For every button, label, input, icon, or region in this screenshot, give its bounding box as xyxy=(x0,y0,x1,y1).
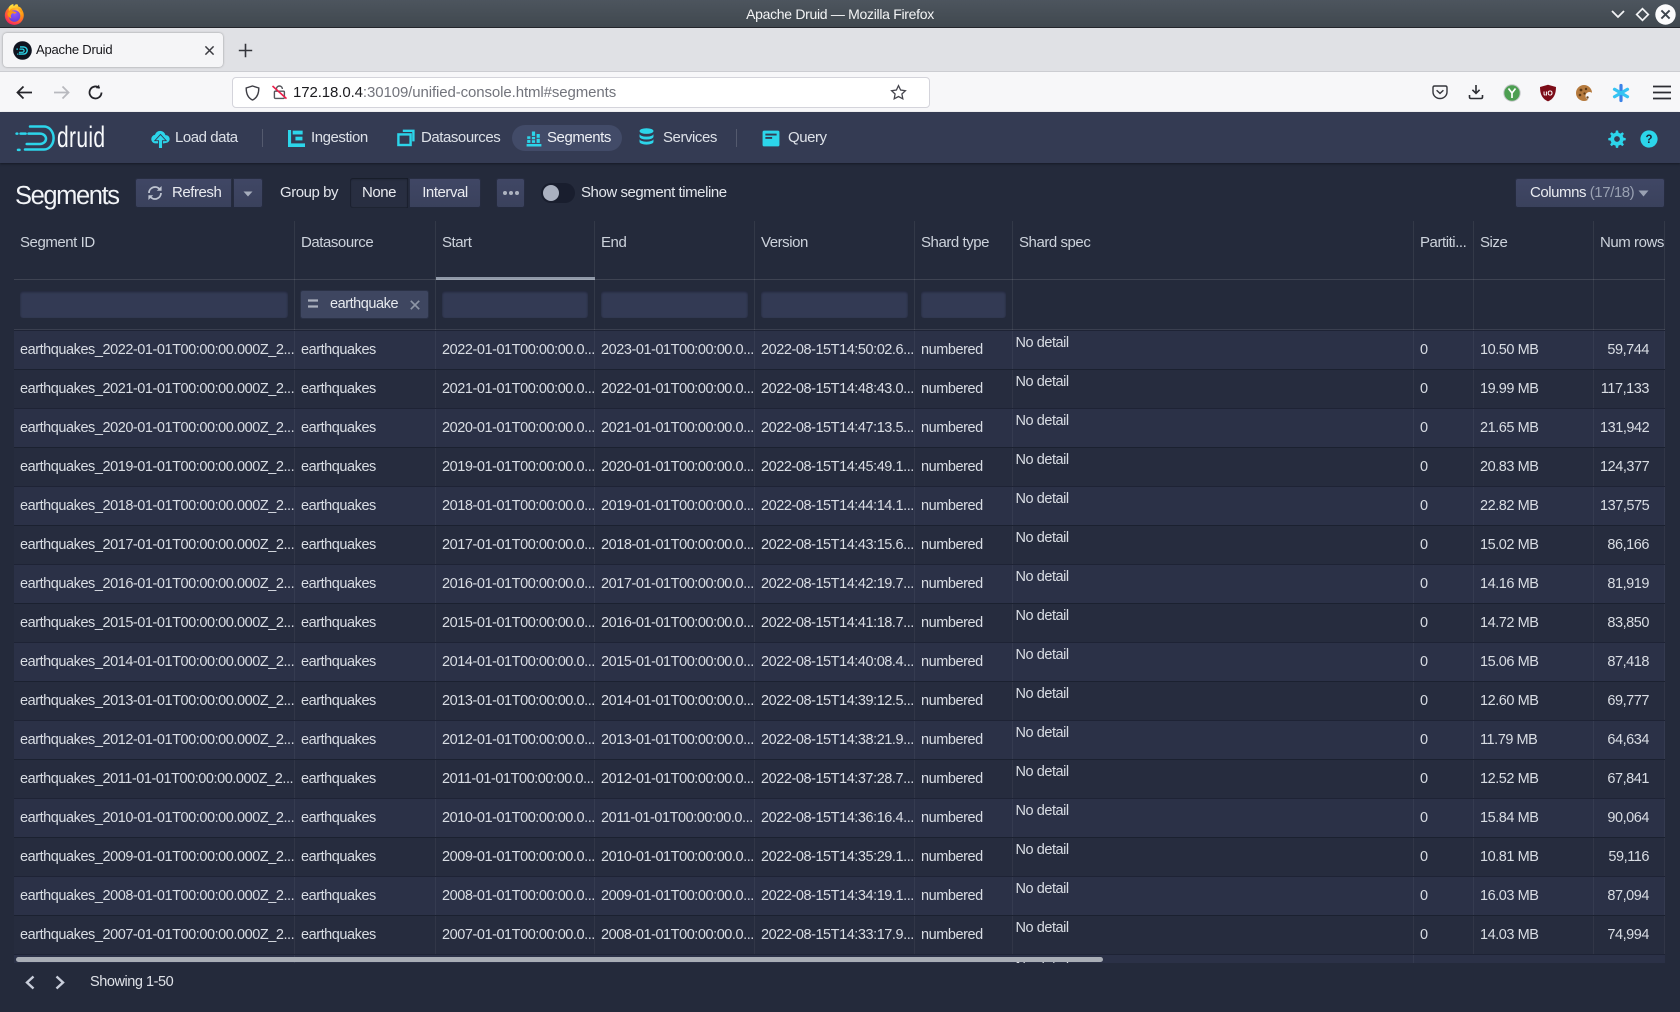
svg-text:uO: uO xyxy=(1543,91,1553,98)
svg-text:?: ? xyxy=(1645,134,1652,146)
